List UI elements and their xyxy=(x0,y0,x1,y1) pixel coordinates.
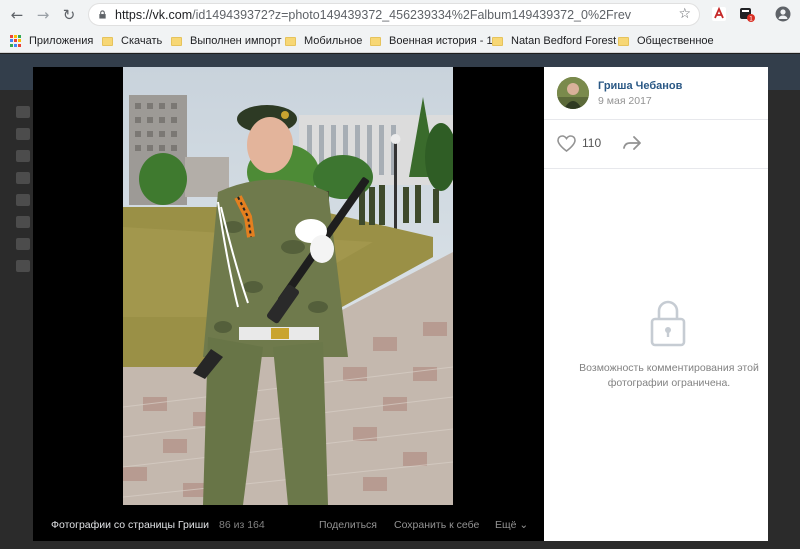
avatar-image xyxy=(557,77,589,109)
folder-icon xyxy=(102,36,113,46)
extension-icon[interactable]: 1 xyxy=(739,6,755,22)
photo-counter: 86 из 164 xyxy=(219,519,265,531)
bookmarks-bar: Приложения Скачать Выполнен импорт Мобил… xyxy=(0,29,800,53)
avatar[interactable] xyxy=(557,77,589,109)
author-name[interactable]: Гриша Чебанов xyxy=(598,80,682,92)
divider xyxy=(544,119,768,120)
save-link[interactable]: Сохранить к себе xyxy=(394,519,479,531)
bookmark-folder[interactable]: Военная история - 1 xyxy=(370,33,493,49)
photo-caption[interactable]: Фотографии со страницы Гриши xyxy=(51,519,209,531)
photo[interactable] xyxy=(123,67,453,505)
sidebar-ghost-icon xyxy=(16,150,30,162)
address-bar[interactable]: https://vk.com/id149439372?z=photo149439… xyxy=(88,3,700,26)
svg-text:1: 1 xyxy=(749,16,753,23)
photo-image xyxy=(123,67,453,505)
photo-viewer: Фотографии со страницы Гриши 86 из 164 П… xyxy=(33,67,544,541)
sidebar-ghost-icon xyxy=(16,260,30,272)
divider xyxy=(544,168,768,169)
url-text[interactable]: https://vk.com/id149439372?z=photo149439… xyxy=(115,8,631,22)
photo-date[interactable]: 9 мая 2017 xyxy=(598,95,652,107)
apps-grid-icon xyxy=(10,35,22,47)
like-button[interactable]: 110 xyxy=(557,134,617,152)
sidebar-ghost-icon xyxy=(16,194,30,206)
browser-toolbar: ← → ↻ https://vk.com/id149439372?z=photo… xyxy=(0,0,800,29)
back-icon[interactable]: ← xyxy=(7,5,27,25)
sidebar-ghost-icon xyxy=(16,216,30,228)
bookmark-folder[interactable]: Natan Bedford Forest xyxy=(492,33,616,49)
more-dropdown[interactable]: Ещё ⌄ xyxy=(495,519,528,531)
comments-restricted-text: Возможность комментирования этой фотогра… xyxy=(579,362,759,389)
bookmark-folder[interactable]: Мобильное xyxy=(285,33,362,49)
lock-icon xyxy=(650,300,686,347)
folder-icon xyxy=(370,36,381,46)
folder-icon xyxy=(492,36,503,46)
folder-icon xyxy=(285,36,296,46)
lock-icon xyxy=(99,10,106,19)
reload-icon[interactable]: ↻ xyxy=(59,5,79,25)
sidebar-ghost-icon xyxy=(16,106,30,118)
bookmark-folder[interactable]: Выполнен импорт xyxy=(171,33,282,49)
share-link[interactable]: Поделиться xyxy=(319,519,377,531)
sidebar-ghost-icon xyxy=(16,128,30,140)
folder-icon xyxy=(171,36,182,46)
like-count: 110 xyxy=(582,136,602,150)
pdf-extension-icon[interactable] xyxy=(711,6,727,22)
bookmark-apps[interactable]: Приложения xyxy=(10,33,93,49)
heart-icon xyxy=(557,134,576,152)
photo-side-panel: Гриша Чебанов 9 мая 2017 110 Возможность… xyxy=(544,67,768,541)
forward-icon[interactable]: → xyxy=(33,5,53,25)
share-icon[interactable] xyxy=(622,135,642,151)
profile-icon[interactable] xyxy=(775,6,791,22)
sidebar-ghost-icon xyxy=(16,238,30,250)
folder-icon xyxy=(618,36,629,46)
sidebar-ghost-icon xyxy=(16,172,30,184)
star-icon[interactable]: ☆ xyxy=(678,6,691,22)
bookmark-folder[interactable]: Общественное xyxy=(618,33,714,49)
bookmark-folder[interactable]: Скачать xyxy=(102,33,162,49)
